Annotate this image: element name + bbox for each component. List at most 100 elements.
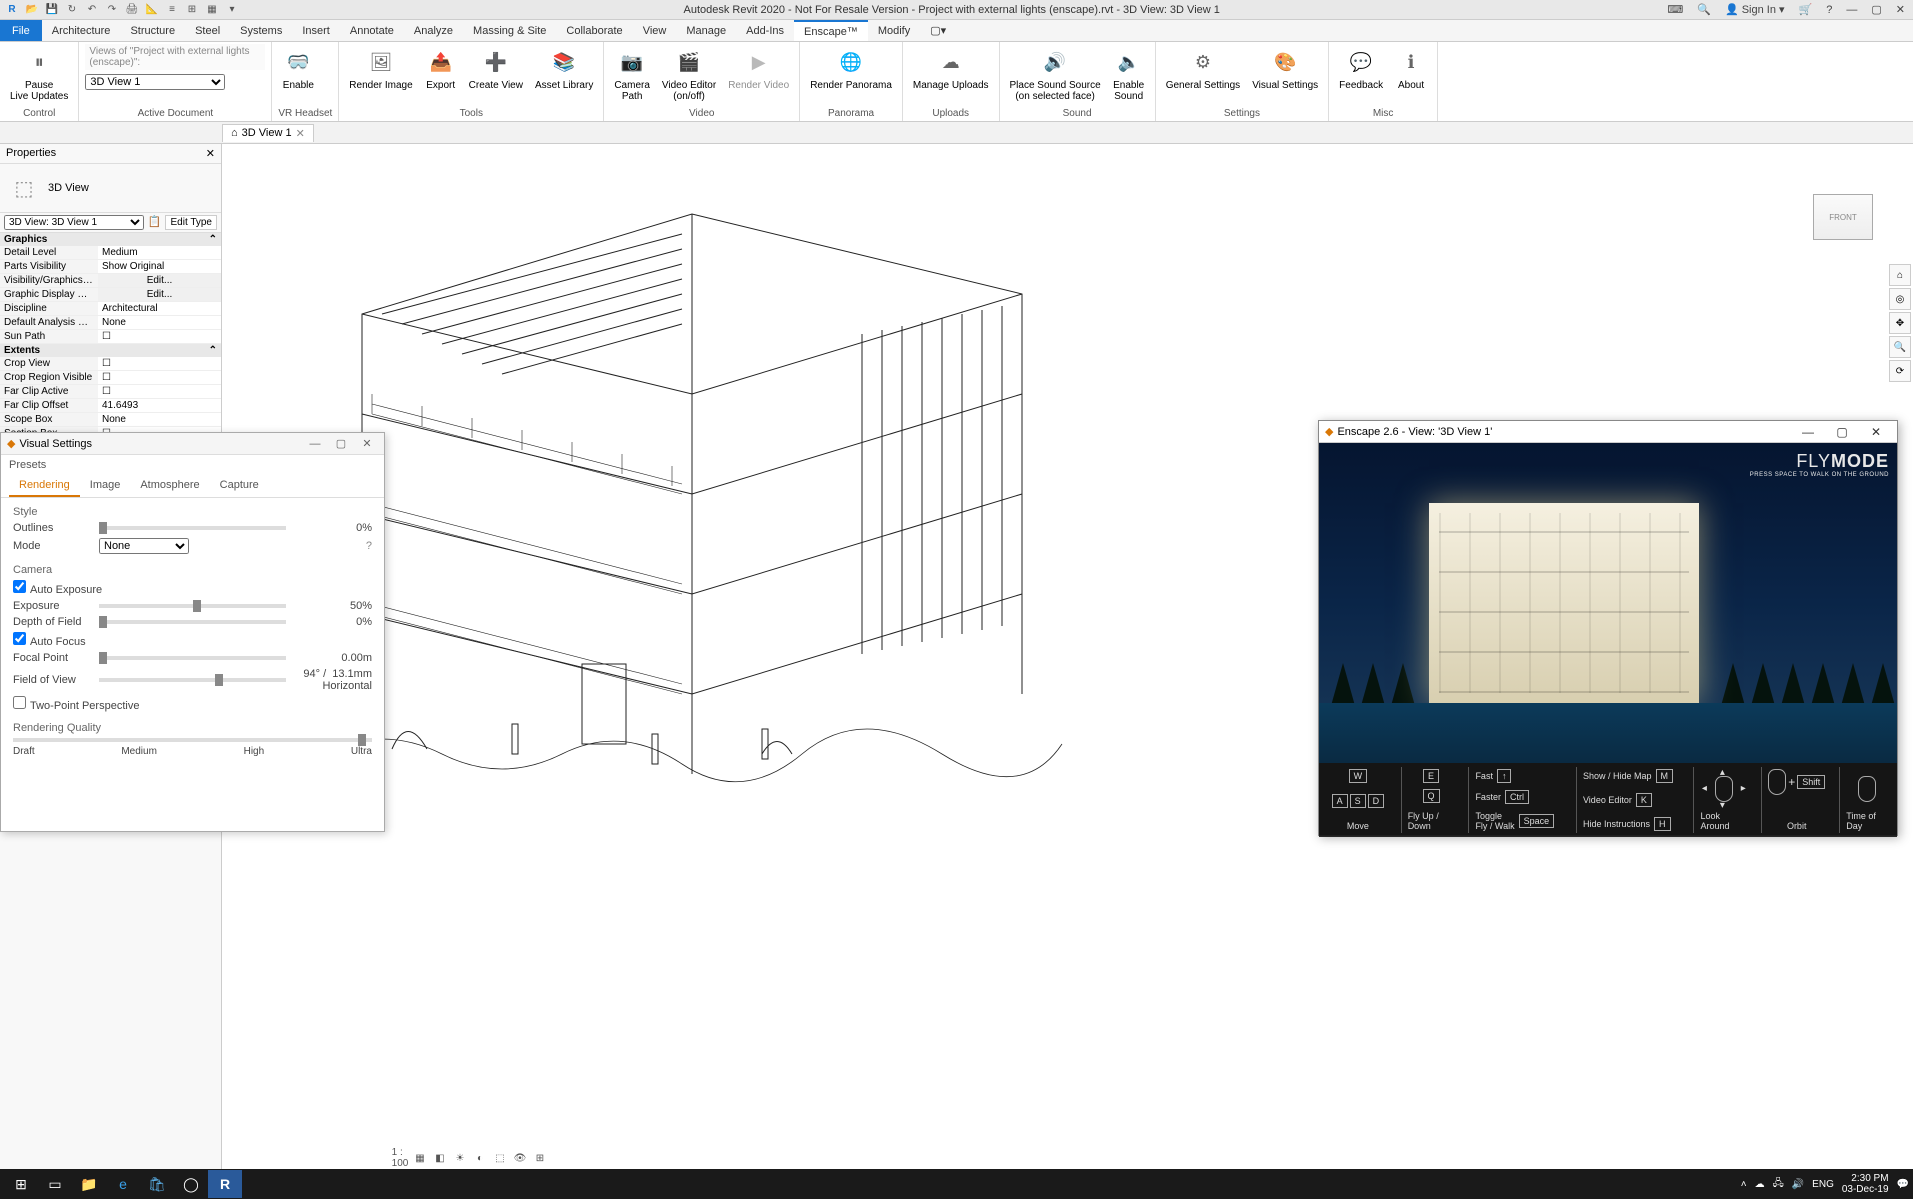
tab-insert[interactable]: Insert (292, 20, 340, 41)
cat-graphics[interactable]: Graphics (4, 234, 47, 245)
mode-help-icon[interactable]: ? (366, 540, 372, 552)
autofocus-checkbox[interactable]: Auto Focus (13, 632, 86, 648)
revit-taskbar-icon[interactable]: R (208, 1170, 242, 1198)
shadows-icon[interactable]: ◐ (472, 1150, 488, 1166)
ens-maximize-button[interactable]: ▢ (1827, 425, 1857, 439)
outlines-slider[interactable] (99, 526, 286, 530)
feedback-button[interactable]: 💬Feedback (1335, 44, 1387, 93)
vs-tab-rendering[interactable]: Rendering (9, 475, 80, 497)
property-row[interactable]: Visibility/Graphics Ove...Edit... (0, 274, 221, 288)
property-value[interactable]: Architectural (98, 302, 221, 315)
property-row[interactable]: Graphic Display OptionsEdit... (0, 288, 221, 302)
property-row[interactable]: Default Analysis Displa...None (0, 316, 221, 330)
chrome-icon[interactable]: ◯ (174, 1170, 208, 1198)
vs-minimize-button[interactable]: — (304, 438, 326, 450)
print-icon[interactable]: 🖨 (124, 2, 140, 18)
tab-modify[interactable]: Modify (868, 20, 920, 41)
render-panorama-button[interactable]: 🌐Render Panorama (806, 44, 896, 93)
enscape-viewport[interactable]: FLYMODE PRESS SPACE TO WALK ON THE GROUN… (1319, 443, 1897, 763)
general-settings-button[interactable]: ⚙General Settings (1162, 44, 1245, 93)
vs-maximize-button[interactable]: ▢ (330, 437, 352, 450)
property-row[interactable]: Crop Region Visible☐ (0, 371, 221, 385)
focalpoint-slider[interactable] (99, 656, 286, 660)
taskview-icon[interactable]: ▭ (38, 1170, 72, 1198)
doctab-close-icon[interactable]: ✕ (296, 127, 305, 140)
measure-icon[interactable]: 📐 (144, 2, 160, 18)
sync-icon[interactable]: ↻ (64, 2, 80, 18)
file-tab[interactable]: File (0, 20, 42, 41)
save-icon[interactable]: 💾 (44, 2, 60, 18)
hide-isolate-icon[interactable]: 👁 (512, 1150, 528, 1166)
nav-wheel-icon[interactable]: ◎ (1889, 288, 1911, 310)
properties-selector[interactable]: 3D View: 3D View 1 (4, 215, 144, 230)
about-button[interactable]: ℹAbout (1391, 44, 1431, 93)
vs-tab-capture[interactable]: Capture (210, 475, 269, 497)
tab-massing[interactable]: Massing & Site (463, 20, 556, 41)
fov-slider[interactable] (99, 678, 286, 682)
undo-icon[interactable]: ↶ (84, 2, 100, 18)
property-value[interactable]: ☐ (98, 371, 221, 384)
tab-manage[interactable]: Manage (676, 20, 736, 41)
close-hidden-icon[interactable]: ⊞ (184, 2, 200, 18)
export-button[interactable]: 📤Export (421, 44, 461, 93)
property-value[interactable]: ☐ (98, 330, 221, 343)
asset-library-button[interactable]: 📚Asset Library (531, 44, 597, 93)
signin-button[interactable]: 👤 Sign In ▾ (1721, 3, 1789, 16)
nav-cube[interactable]: FRONT (1813, 194, 1873, 240)
view-scale[interactable]: 1 : 100 (392, 1150, 408, 1166)
property-value[interactable]: None (98, 413, 221, 426)
start-button[interactable]: ⊞ (4, 1170, 38, 1198)
property-row[interactable]: Detail LevelMedium (0, 246, 221, 260)
doctab-3dview1[interactable]: ⌂ 3D View 1 ✕ (222, 124, 314, 142)
vs-tab-atmosphere[interactable]: Atmosphere (130, 475, 209, 497)
app-store-icon[interactable]: 🛒 (1795, 3, 1817, 16)
render-video-button[interactable]: ▶Render Video (724, 44, 793, 93)
ens-minimize-button[interactable]: — (1793, 425, 1823, 439)
manage-uploads-button[interactable]: ☁Manage Uploads (909, 44, 993, 93)
nav-zoom-icon[interactable]: 🔍 (1889, 336, 1911, 358)
tab-view[interactable]: View (633, 20, 677, 41)
rq-slider[interactable] (13, 738, 372, 742)
cat-extents[interactable]: Extents (4, 345, 40, 356)
video-editor-button[interactable]: 🎬Video Editor (on/off) (658, 44, 720, 104)
property-row[interactable]: Parts VisibilityShow Original (0, 260, 221, 274)
place-sound-button[interactable]: 🔊Place Sound Source (on selected face) (1006, 44, 1105, 104)
file-explorer-icon[interactable]: 📁 (72, 1170, 106, 1198)
tab-collaborate[interactable]: Collaborate (556, 20, 632, 41)
notifications-icon[interactable]: 💬 (1897, 1179, 1909, 1190)
property-value[interactable]: None (98, 316, 221, 329)
close-button[interactable]: ✕ (1892, 3, 1909, 16)
pause-liveupdates-button[interactable]: ⏸Pause Live Updates (6, 44, 72, 104)
cat-collapse-icon[interactable]: ⌃ (209, 345, 217, 356)
detail-level-icon[interactable]: ▦ (412, 1150, 428, 1166)
dof-slider[interactable] (99, 620, 286, 624)
view-select[interactable]: 3D View 1 (85, 74, 225, 90)
autoexposure-checkbox[interactable]: Auto Exposure (13, 580, 102, 596)
edit-type-icon[interactable]: 📋 (148, 215, 162, 230)
property-value[interactable]: 41.6493 (98, 399, 221, 412)
help-button[interactable]: ? (1822, 4, 1836, 16)
edit-type-button[interactable]: Edit Type (165, 215, 217, 230)
tray-volume-icon[interactable]: 🔊 (1792, 1179, 1804, 1190)
property-value[interactable]: Medium (98, 246, 221, 259)
cat-collapse-icon[interactable]: ⌃ (209, 234, 217, 245)
tab-architecture[interactable]: Architecture (42, 20, 121, 41)
visual-settings-dialog[interactable]: ◆ Visual Settings — ▢ ✕ Presets Renderin… (0, 432, 385, 832)
maximize-button[interactable]: ▢ (1867, 3, 1885, 16)
qat-dropdown-icon[interactable]: ▾ (224, 2, 240, 18)
property-value[interactable]: ☐ (98, 385, 221, 398)
enscape-window[interactable]: ◆ Enscape 2.6 - View: '3D View 1' — ▢ ✕ … (1318, 420, 1898, 836)
nav-home-icon[interactable]: ⌂ (1889, 264, 1911, 286)
tab-systems[interactable]: Systems (230, 20, 292, 41)
tray-chevron-icon[interactable]: ˄ (1741, 1179, 1747, 1190)
camera-path-button[interactable]: 📷Camera Path (610, 44, 654, 104)
system-clock[interactable]: 2:30 PM 03-Dec-19 (1842, 1173, 1889, 1195)
tray-lang[interactable]: ENG (1812, 1179, 1834, 1190)
vr-enable-button[interactable]: 🥽Enable (278, 44, 318, 93)
property-row[interactable]: Far Clip Active☐ (0, 385, 221, 399)
exposure-slider[interactable] (99, 604, 286, 608)
tab-addins[interactable]: Add-Ins (736, 20, 794, 41)
tab-annotate[interactable]: Annotate (340, 20, 404, 41)
open-icon[interactable]: 📂 (24, 2, 40, 18)
property-value[interactable]: ☐ (98, 357, 221, 370)
